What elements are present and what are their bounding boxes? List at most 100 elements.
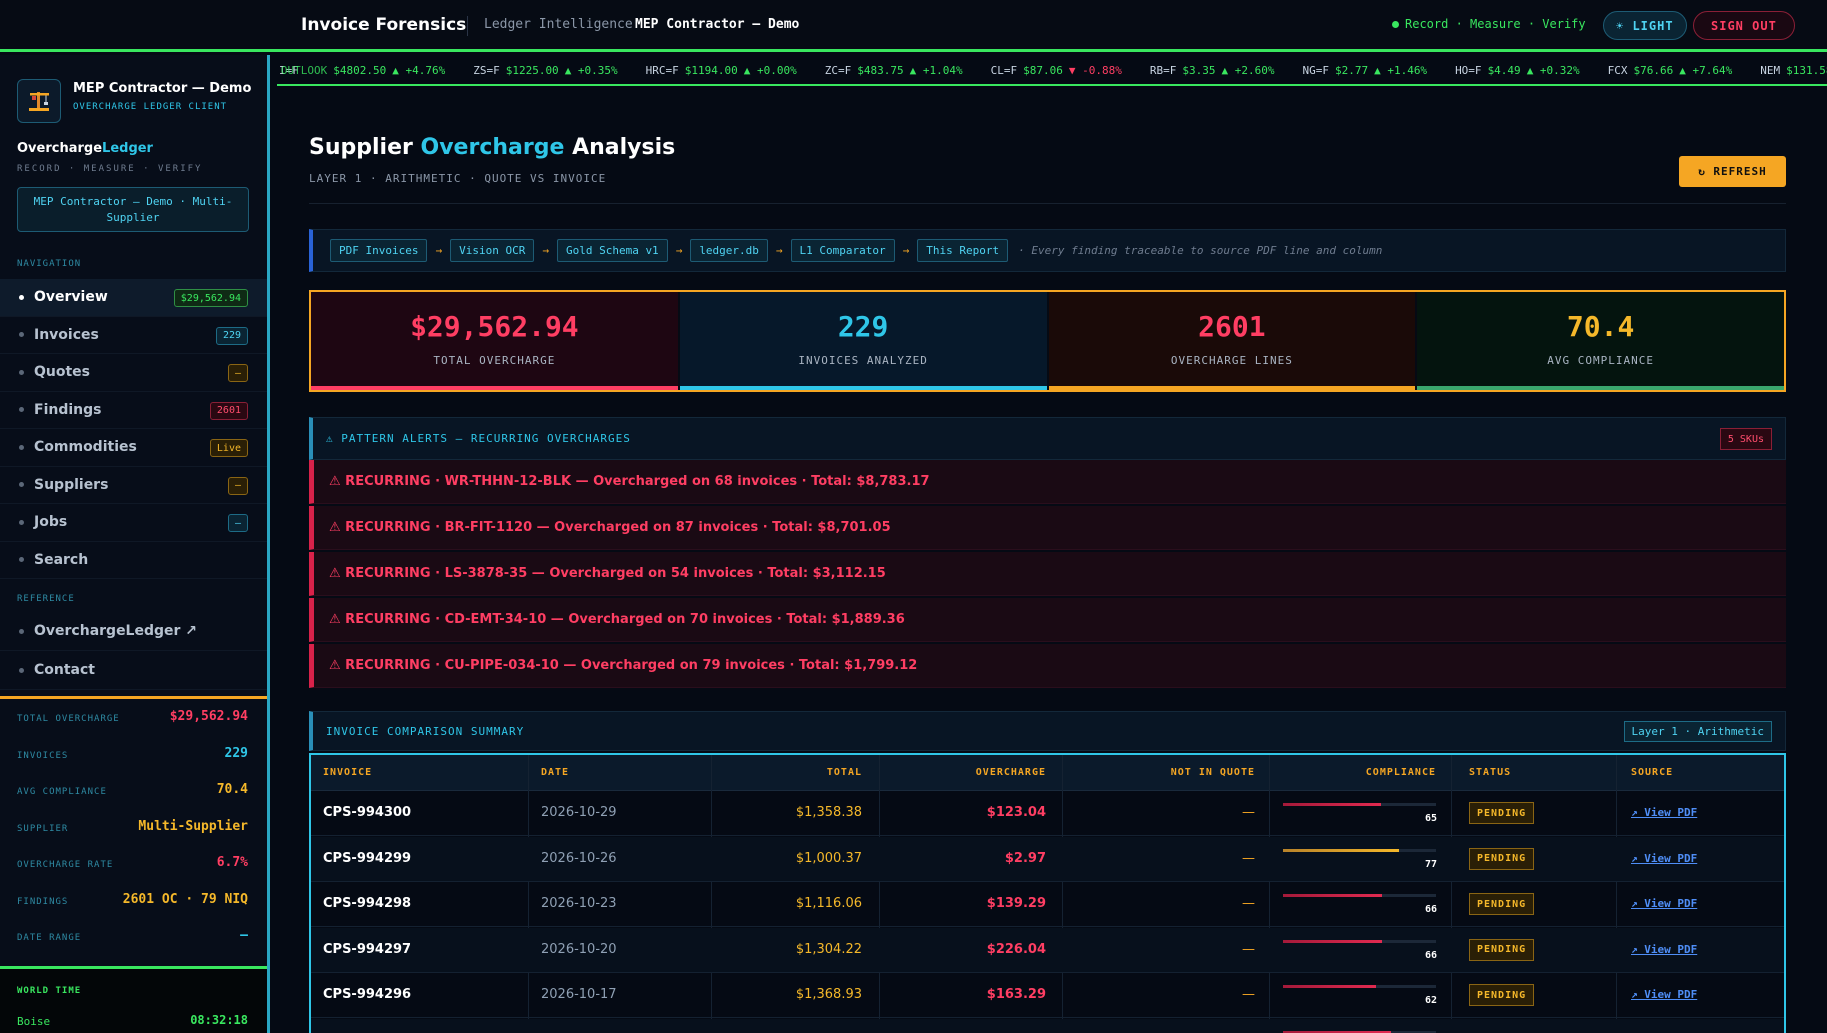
compliance-bar-fill [1283, 894, 1382, 897]
refresh-button[interactable]: ↻ REFRESH [1679, 156, 1786, 187]
kpi-card: $29,562.94 TOTAL OVERCHARGE [311, 292, 678, 390]
column-header[interactable]: TOTAL [827, 767, 862, 778]
page-title-highlight: Overcharge [420, 135, 565, 160]
pipeline-step[interactable]: PDF Invoices [330, 239, 428, 262]
sidebar-item-findings[interactable]: Findings 2601 [0, 392, 267, 429]
sidebar-item-invoices[interactable]: Invoices 229 [0, 317, 267, 354]
pattern-alert-row[interactable]: ⚠ RECURRING · WR-THHN-12-BLK — Overcharg… [309, 460, 1786, 504]
ticker-change: ▲ +7.64% [1679, 64, 1733, 77]
invoice-id[interactable]: CPS-994296 [323, 987, 411, 1002]
pattern-alert-row[interactable]: ⚠ RECURRING · CD-EMT-34-10 — Overcharged… [309, 598, 1786, 642]
column-header[interactable]: INVOICE [323, 767, 372, 778]
column-header[interactable]: COMPLIANCE [1366, 767, 1436, 778]
app-brand[interactable]: Invoice Forensics [301, 15, 466, 35]
ticker-item: FCX $76.66 ▲ +7.64% [1608, 64, 1733, 77]
sidebar-item-suppliers[interactable]: Suppliers — [0, 467, 267, 504]
pattern-alert-row[interactable]: ⚠ RECURRING · BR-FIT-1120 — Overcharged … [309, 506, 1786, 550]
compliance-score: 65 [1424, 813, 1437, 824]
kpi-label: TOTAL OVERCHARGE [433, 354, 556, 367]
table-row[interactable]: CPS-994299 2026-10-26 $1,000.37 $2.97 — 77 PEN… [311, 836, 1784, 882]
invoice-date: 2026-10-26 [541, 850, 617, 866]
sidebar-item-search[interactable]: Search [0, 542, 267, 579]
sidebar-item-jobs[interactable]: Jobs — [0, 504, 267, 542]
table-row[interactable]: CPS-994296 2026-10-17 $1,368.93 $163.29 — 62 P… [311, 973, 1784, 1018]
pipeline-step[interactable]: Gold Schema v1 [556, 239, 668, 262]
ticker-price: $1194.00 [684, 64, 738, 77]
brand-subtitle: Ledger Intelligence [484, 17, 633, 32]
pipeline-step[interactable]: Vision OCR [450, 239, 535, 262]
table-row[interactable]: CPS-994297 2026-10-20 $1,304.22 $226.04 — 66 P… [311, 927, 1784, 973]
sidebar-item-label: Overview [34, 289, 108, 306]
kpi-label: INVOICES ANALYZED [798, 354, 928, 367]
sidebar-item-overview[interactable]: Overview $29,562.94 [0, 279, 267, 317]
ticker-change: ▲ +0.32% [1526, 64, 1580, 77]
view-pdf-link[interactable]: ↗ View PDF [1631, 897, 1697, 910]
compliance-score: 66 [1424, 904, 1437, 915]
not-in-quote-value: — [1242, 805, 1255, 820]
ticker-item: NEM$131.58▲ +3.09% [1760, 64, 1827, 77]
view-pdf-link[interactable]: ↗ View PDF [1631, 943, 1697, 956]
client-card: MEP Contractor — Demo OVERCHARGE LEDGER … [17, 71, 257, 131]
sidebar-item-quotes[interactable]: Quotes — [0, 354, 267, 392]
invoice-id[interactable]: CPS-994297 [323, 942, 411, 957]
bullet-icon [19, 557, 24, 563]
app-name: OverchargeLedger [17, 141, 153, 156]
world-time-clock: 08:32:18 [190, 1013, 248, 1027]
kpi-accent-bar [1048, 386, 1416, 390]
sidebar-item-badge: — [227, 476, 248, 495]
column-header[interactable]: SOURCE [1631, 767, 1673, 778]
kpi-value: 2601 [1198, 310, 1266, 343]
column-header[interactable]: STATUS [1469, 767, 1511, 778]
stat-value: 2601 OC · 79 NIQ [122, 891, 248, 907]
view-pdf-link[interactable]: ↗ View PDF [1631, 852, 1697, 865]
pattern-alerts-title: ⚠ PATTERN ALERTS — RECURRING OVERCHARGES [326, 432, 631, 445]
column-header[interactable]: DATE [541, 767, 569, 778]
pipeline-step[interactable]: This Report [917, 239, 1009, 262]
world-time-panel: WORLD TIME Boise 08:32:18 [0, 966, 267, 1033]
top-bar: Invoice Forensics Ledger Intelligence ME… [0, 0, 1827, 52]
invoice-id[interactable]: CPS-994300 [323, 805, 411, 820]
ticker-symbol: CL=F [990, 64, 1018, 77]
stat-label: INVOICES [17, 750, 69, 761]
table-row[interactable] [311, 1018, 1784, 1033]
invoice-id[interactable]: CPS-994298 [323, 896, 411, 911]
nav-section-label: NAVIGATION [17, 259, 82, 269]
sidebar-stat: TOTAL OVERCHARGE $29,562.94 [0, 699, 267, 736]
kpi-label: OVERCHARGE LINES [1170, 354, 1293, 367]
compliance-bar-fill [1283, 985, 1376, 988]
table-row[interactable]: CPS-994298 2026-10-23 $1,116.06 $139.29 — 66 P… [311, 882, 1784, 927]
status-badge: PENDING [1469, 938, 1535, 961]
column-header[interactable]: OVERCHARGE [976, 767, 1046, 778]
pipeline-step[interactable]: ledger.db [690, 239, 768, 262]
table-row[interactable]: CPS-994300 2026-10-29 $1,358.38 $123.04 — 65 P… [311, 791, 1784, 836]
ticker-item: ZS=F $1225.00 ▲ +0.35% [473, 64, 617, 77]
tagline-text: Record · Measure · Verify [1405, 17, 1586, 31]
status-badge: PENDING [1469, 984, 1535, 1006]
page-title-a: Supplier [309, 135, 421, 160]
invoice-id[interactable]: CPS-994299 [323, 851, 411, 866]
view-pdf-link[interactable]: ↗ View PDF [1631, 806, 1697, 819]
sidebar-stat: OVERCHARGE RATE 6.7% [0, 845, 267, 882]
world-time-title: WORLD TIME [17, 986, 82, 996]
pattern-alert-row[interactable]: ⚠ RECURRING · LS-3878-35 — Overcharged o… [309, 552, 1786, 596]
compliance-score: 62 [1424, 995, 1437, 1006]
pipeline-step[interactable]: L1 Comparator [790, 239, 895, 262]
sidebar-stat: FINDINGS 2601 OC · 79 NIQ [0, 882, 267, 919]
sidebar-ref-item[interactable]: OverchargeLedger ↗ [0, 612, 267, 651]
sidebar-item-label: Search [34, 551, 89, 568]
column-header[interactable]: NOT IN QUOTE [1171, 767, 1255, 778]
stat-label: OVERCHARGE RATE [17, 860, 114, 870]
view-pdf-link[interactable]: ↗ View PDF [1631, 988, 1697, 1001]
kpi-card: 2601 OVERCHARGE LINES [1046, 292, 1416, 390]
theme-toggle-button[interactable]: ☀ LIGHT [1603, 11, 1687, 40]
bullet-icon [19, 482, 24, 488]
sidebar-item-commodities[interactable]: Commodities Live [0, 429, 267, 467]
sign-out-button[interactable]: SIGN OUT [1693, 11, 1795, 40]
sidebar-ref-item[interactable]: Contact [0, 651, 267, 690]
stat-value: Multi-Supplier [138, 818, 248, 834]
pattern-alert-row[interactable]: ⚠ RECURRING · CU-PIPE-034-10 — Overcharg… [309, 644, 1786, 688]
client-selector[interactable]: MEP Contractor — Demo · Multi-Supplier [17, 187, 249, 232]
stat-label: AVG COMPLIANCE [17, 787, 107, 797]
ticker-item: RB=F $3.35 ▲ +2.60% [1150, 64, 1275, 77]
client-name: MEP Contractor — Demo [73, 81, 252, 96]
